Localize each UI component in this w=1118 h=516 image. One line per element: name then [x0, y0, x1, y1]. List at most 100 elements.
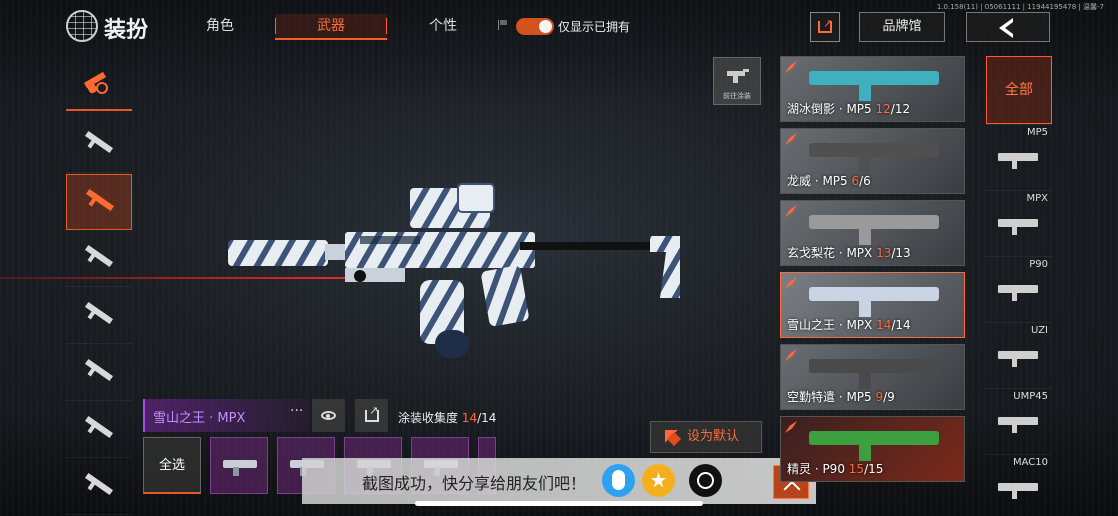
filter-weapon-mpx[interactable]: MPX: [986, 190, 1052, 256]
mp5-icon: [998, 153, 1038, 169]
ump45-icon: [998, 417, 1038, 433]
skin-card-total: /14: [891, 318, 911, 332]
category-rifle-button[interactable]: [66, 117, 132, 173]
skin-card-label: 玄戈梨花 · MPX 13/13: [787, 244, 911, 261]
skin-card-name: 空勤特遣 · MP5: [787, 390, 872, 404]
skin-card-total: /6: [859, 174, 871, 188]
pistol-icon: [84, 472, 114, 496]
skin-gun-image: [809, 143, 939, 173]
weapon-name: MP5: [1026, 127, 1048, 138]
set-default-button[interactable]: 设为默认: [650, 421, 762, 453]
eye-icon: [321, 411, 336, 420]
filter-weapon-uzi[interactable]: UZI: [986, 322, 1052, 388]
p90-icon: [998, 285, 1038, 301]
skin-card-name: 玄戈梨花 · MPX: [787, 246, 873, 260]
skin-card-name: 龙威 · MP5: [787, 174, 848, 188]
skin-card[interactable]: 龙威 · MP5 6/6: [780, 128, 965, 194]
skin-card-label: 湖冰倒影 · MP5 12/12: [787, 100, 910, 117]
weapon-preview: [220, 180, 690, 360]
skin-gun-image: [809, 215, 939, 245]
back-button[interactable]: [966, 12, 1050, 42]
skin-card-total: /15: [864, 462, 884, 476]
skin-card-have: 15: [848, 462, 865, 476]
share-button[interactable]: ↗: [810, 12, 840, 42]
skin-card-name: 精灵 · P90: [787, 462, 845, 476]
page-title: 装扮: [104, 18, 149, 43]
skin-card-total: /9: [883, 390, 895, 404]
variant-item[interactable]: [210, 437, 268, 494]
category-shotgun-button[interactable]: [66, 231, 132, 287]
weapon-name: UMP45: [1013, 391, 1048, 402]
skin-card-have: 6: [851, 174, 860, 188]
skin-card[interactable]: 空勤特遣 · MP5 9/9: [780, 344, 965, 410]
paint-brush-icon: [785, 421, 797, 433]
skin-card-label: 龙威 · MP5 6/6: [787, 172, 871, 189]
category-marksman-button[interactable]: [66, 402, 132, 458]
skin-card-have: 13: [876, 246, 892, 260]
variant-gun-icon: [223, 460, 257, 476]
more-options-button[interactable]: ···: [290, 403, 303, 419]
qq-share-button[interactable]: [602, 464, 635, 497]
skin-name-bar: 雪山之王 · MPX ···: [143, 399, 309, 432]
tab-personal[interactable]: 个性: [387, 14, 499, 40]
skin-card[interactable]: 湖冰倒影 · MP5 12/12: [780, 56, 965, 122]
mpx-weapon-image: [228, 183, 680, 358]
skin-card-total: /12: [890, 102, 911, 116]
wechat-share-button[interactable]: [689, 464, 722, 497]
filter-all-button[interactable]: 全部: [986, 56, 1052, 124]
skin-gun-image: [809, 431, 939, 461]
filter-weapon-ump45[interactable]: UMP45: [986, 388, 1052, 454]
category-sniper-button[interactable]: [66, 288, 132, 344]
skin-card[interactable]: 玄戈梨花 · MPX 13/13: [780, 200, 965, 266]
qzone-share-button[interactable]: ★: [642, 464, 675, 497]
skin-card-label: 空勤特遣 · MP5 9/9: [787, 388, 895, 405]
paint-brush-icon: [785, 277, 797, 289]
collection-label: 涂装收集度: [398, 411, 459, 425]
tab-weapon[interactable]: 武器: [275, 14, 387, 40]
brand-hall-button[interactable]: 品牌馆: [859, 12, 945, 42]
collection-progress: 涂装收集度 14/14: [398, 409, 496, 426]
owned-only-toggle[interactable]: [516, 18, 554, 35]
skin-gun-image: [809, 71, 939, 101]
filter-weapon-p90[interactable]: P90: [986, 256, 1052, 322]
tab-character[interactable]: 角色: [164, 14, 276, 40]
star-icon: ★: [649, 468, 668, 492]
share-skin-button[interactable]: ↗: [355, 399, 388, 432]
select-all-button[interactable]: 全选: [143, 437, 201, 494]
wechat-icon: [697, 472, 714, 489]
category-all-button[interactable]: [66, 55, 132, 111]
skin-card-total: /13: [891, 246, 911, 260]
filter-weapon-mac10[interactable]: MAC10: [986, 454, 1052, 516]
lmg-icon: [84, 358, 114, 382]
skin-card-selected[interactable]: 雪山之王 · MPX 14/14: [780, 272, 965, 338]
category-lmg-button[interactable]: [66, 345, 132, 401]
paint-gun-icon: [727, 69, 749, 83]
owned-only-label: 仅显示已拥有: [558, 20, 631, 34]
skin-card-label: 雪山之王 · MPX 14/14: [787, 316, 911, 333]
skin-card-have: 12: [875, 102, 891, 116]
toggle-knob: [539, 20, 552, 33]
mac10-icon: [998, 483, 1038, 499]
skin-card-label: 精灵 · P90 15/15: [787, 460, 883, 477]
back-arrow-inner: [1005, 22, 1013, 34]
uzi-icon: [998, 351, 1038, 367]
category-smg-button[interactable]: [66, 174, 132, 230]
skin-card[interactable]: 精灵 · P90 15/15: [780, 416, 965, 482]
paint-brush-icon: [785, 349, 797, 361]
globe-logo-icon: [66, 10, 98, 42]
home-indicator: [415, 501, 703, 506]
preview-button[interactable]: [312, 399, 345, 432]
share-toast: 截图成功，快分享给朋友们吧！ ★: [302, 458, 816, 504]
weapon-name: MAC10: [1013, 457, 1048, 468]
paint-brush-icon: [665, 430, 679, 444]
category-pistol-button[interactable]: [66, 459, 132, 515]
flag-icon: [498, 20, 508, 30]
filter-weapon-mp5[interactable]: MP5: [986, 124, 1052, 190]
smg-icon: [85, 188, 115, 212]
skin-gun-image: [809, 287, 939, 317]
skin-card-name: 湖冰倒影 · MP5: [787, 102, 872, 116]
skin-card-name: 雪山之王 · MPX: [787, 318, 873, 332]
set-default-label: 设为默认: [687, 429, 740, 444]
goto-paint-button[interactable]: 前往涂装: [713, 57, 761, 105]
skin-gun-image: [809, 359, 939, 389]
